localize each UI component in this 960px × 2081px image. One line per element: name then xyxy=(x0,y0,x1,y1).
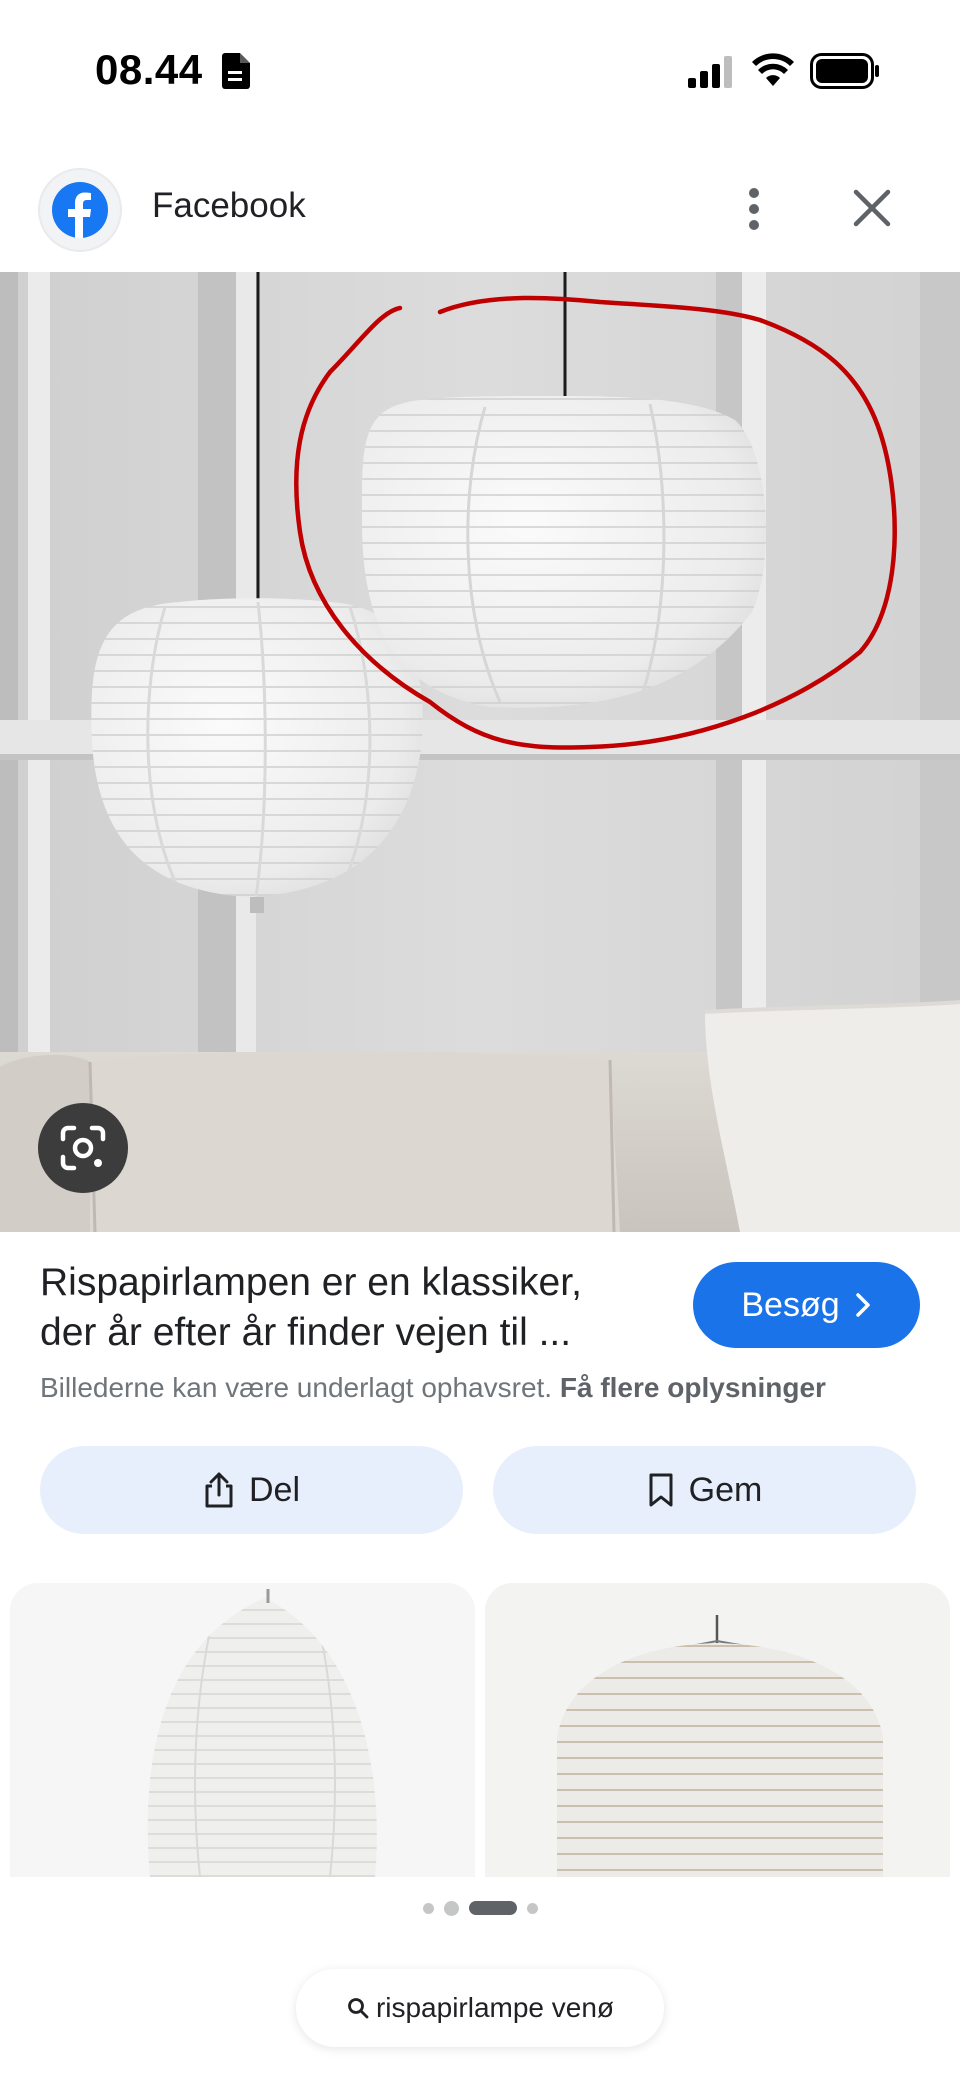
lamp-photo xyxy=(0,272,960,1232)
wifi-icon xyxy=(752,53,794,86)
share-label: Del xyxy=(248,1470,301,1509)
clock-time: 08.44 xyxy=(95,46,203,93)
source-header: Facebook xyxy=(0,150,960,270)
result-pager xyxy=(0,1898,960,1918)
status-bar: 08.44 xyxy=(0,0,960,140)
google-lens-button[interactable] xyxy=(38,1103,128,1193)
facebook-logo-icon[interactable] xyxy=(38,168,122,252)
learn-more-link[interactable]: Få flere oplysninger xyxy=(560,1372,826,1403)
save-button[interactable]: Gem xyxy=(493,1446,916,1534)
bookmark-icon xyxy=(649,1473,673,1507)
image-title[interactable]: Rispapirlampen er en klassiker, der år e… xyxy=(40,1258,680,1358)
related-lamp-image xyxy=(10,1583,475,1877)
share-icon xyxy=(205,1472,233,1508)
chevron-right-icon xyxy=(855,1293,870,1317)
main-image[interactable] xyxy=(0,272,960,1232)
search-icon xyxy=(348,1998,369,2019)
source-title[interactable]: Facebook xyxy=(152,186,306,226)
visit-button[interactable]: Besøg xyxy=(693,1262,920,1348)
signal-icon xyxy=(688,56,732,88)
visit-label: Besøg xyxy=(741,1285,840,1324)
pager-dot xyxy=(422,1902,434,1914)
related-lamp-image xyxy=(485,1583,950,1877)
close-icon[interactable] xyxy=(848,184,896,232)
pager-dot-active xyxy=(468,1901,517,1915)
save-label: Gem xyxy=(688,1470,763,1509)
related-result-card[interactable] xyxy=(10,1583,475,1877)
share-button[interactable]: Del xyxy=(40,1446,463,1534)
pager-dot xyxy=(443,1900,459,1916)
more-vert-icon[interactable] xyxy=(738,184,770,234)
image-title-line-1: Rispapirlampen er en klassiker, xyxy=(40,1261,582,1304)
related-result-card[interactable] xyxy=(485,1583,950,1877)
search-query-text: rispapirlampe venø xyxy=(375,1992,615,2023)
copyright-notice: Billederne kan være underlagt ophavsret.… xyxy=(40,1372,826,1404)
google-lens-icon xyxy=(60,1125,106,1171)
document-icon xyxy=(222,53,250,89)
battery-icon xyxy=(810,53,879,89)
search-query-pill[interactable]: rispapirlampe venø xyxy=(296,1969,664,2047)
pager-dot xyxy=(526,1902,538,1914)
copyright-text: Billederne kan være underlagt ophavsret. xyxy=(40,1372,553,1403)
image-title-line-2: der år efter år finder vejen til ... xyxy=(40,1311,572,1354)
